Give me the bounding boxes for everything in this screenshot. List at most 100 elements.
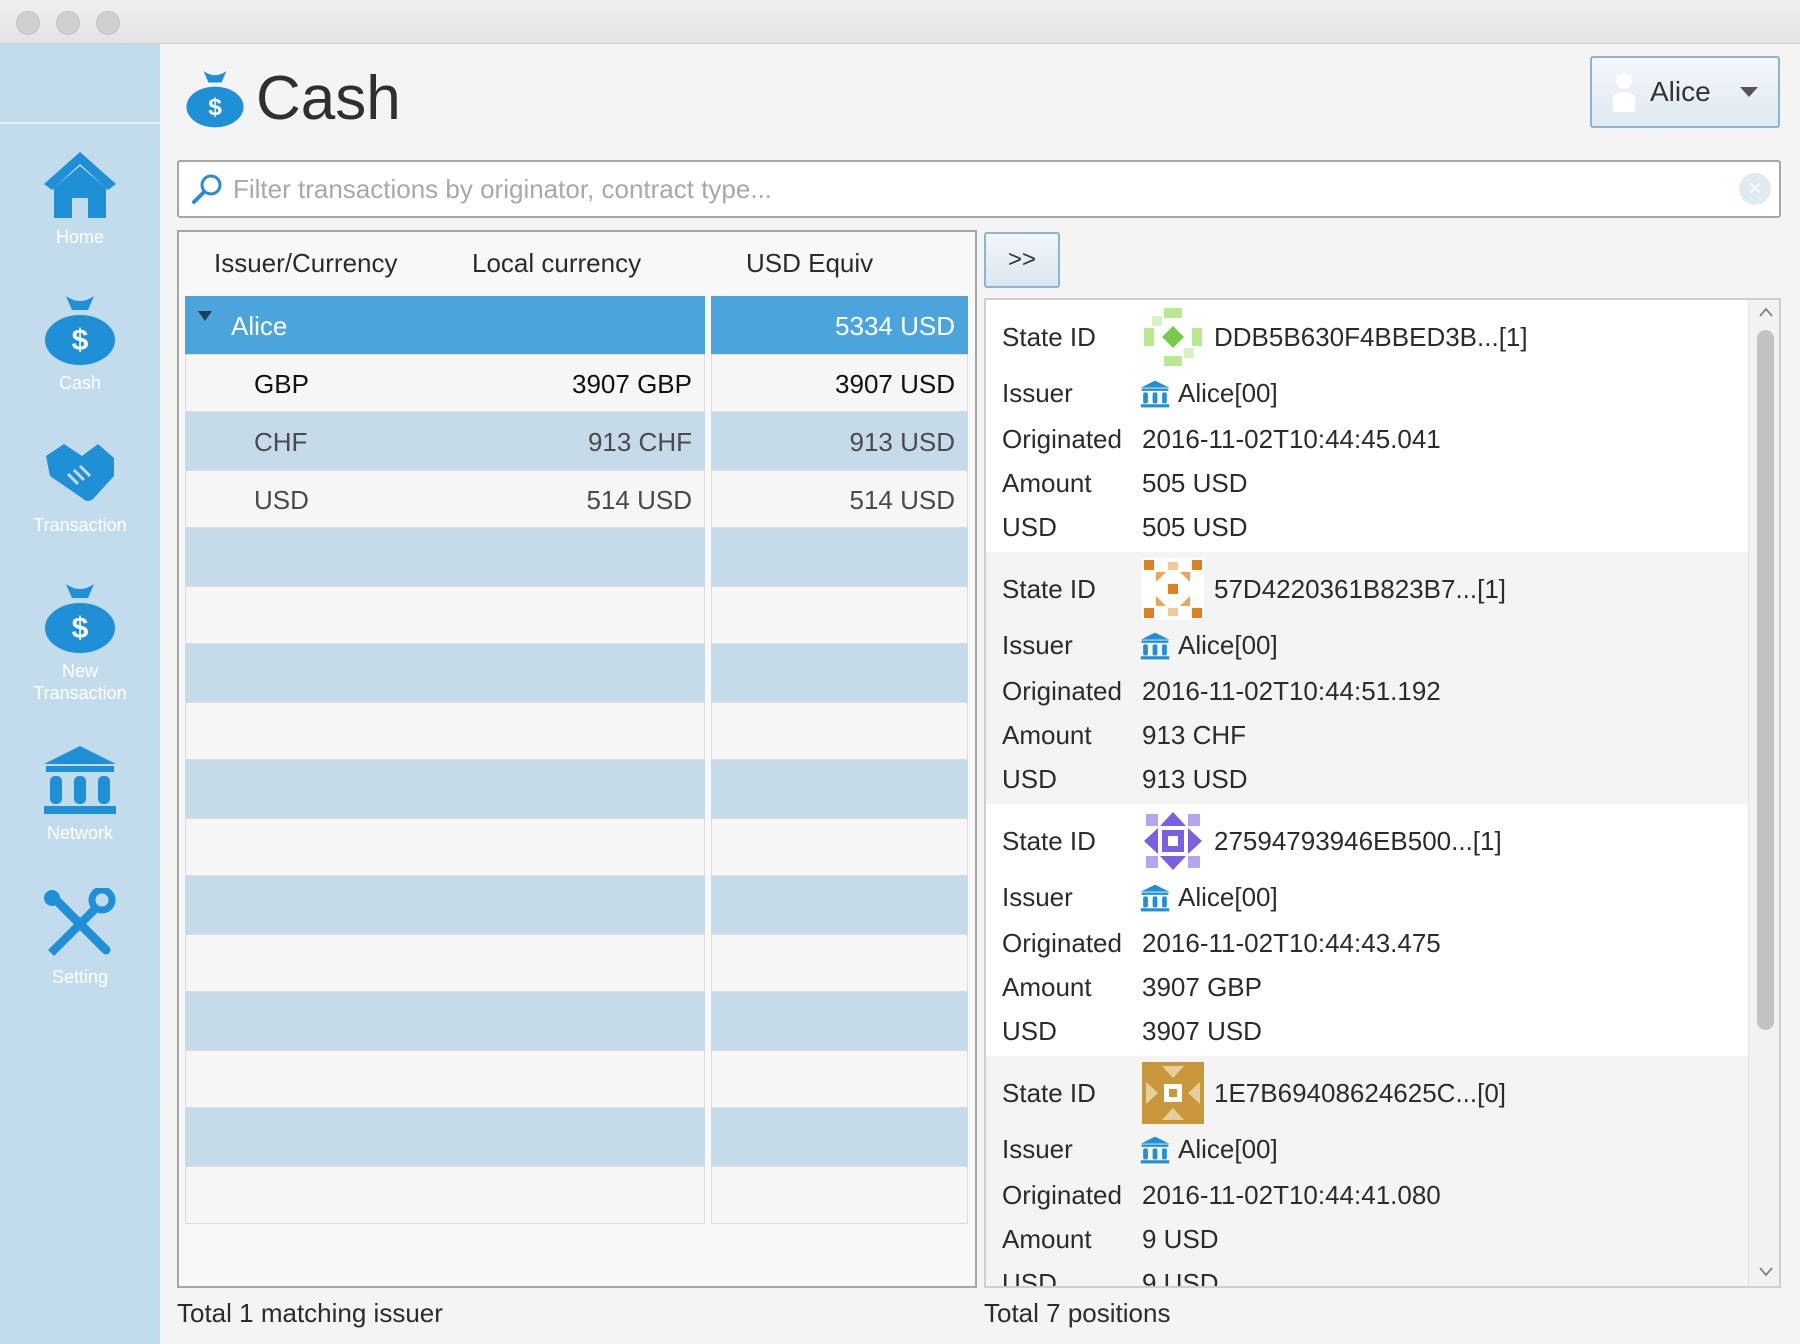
table-header: Issuer/Currency Local currency USD Equiv: [179, 232, 975, 294]
amount-label: Amount: [1002, 720, 1092, 750]
cell-empty: [711, 644, 968, 702]
state-card[interactable]: State ID 1E7B69408624625C...[0] Issuer A…: [986, 1056, 1748, 1288]
issuer-label: Issuer: [1002, 378, 1073, 408]
scroll-up-icon[interactable]: [1759, 306, 1773, 320]
sidebar-item-transaction[interactable]: Transaction: [0, 436, 160, 536]
clear-search-icon[interactable]: ×: [1739, 173, 1771, 205]
minimize-window-button[interactable]: [56, 11, 80, 35]
page-title: $ Cash: [184, 58, 401, 138]
expand-panel-button[interactable]: >>: [984, 232, 1060, 288]
cell-empty: [185, 1166, 705, 1224]
identicon: [1142, 810, 1204, 872]
cell-empty: [185, 1050, 705, 1108]
amount-value: 913 CHF: [1142, 720, 1247, 750]
search-input[interactable]: [233, 173, 1713, 205]
positions-count: Total 7 positions: [984, 1298, 1171, 1328]
bank-icon: [44, 746, 116, 814]
originated-row: Originated 2016-11-02T10:44:43.475: [1002, 928, 1441, 959]
column-header-local-currency[interactable]: Local currency: [472, 248, 641, 279]
issuer-label: Issuer: [1002, 630, 1073, 660]
money-bag-icon: $: [186, 71, 244, 128]
states-list: State ID DDB5B630F4BBED3B...[1] Issuer A…: [984, 298, 1781, 1288]
chevron-down-icon: [1740, 87, 1758, 97]
svg-text:$: $: [208, 94, 222, 121]
issuer-value: Alice[00]: [1178, 630, 1278, 660]
close-window-button[interactable]: [16, 11, 40, 35]
row-local: 913 CHF: [587, 427, 692, 457]
state-id-value: 1E7B69408624625C...[0]: [1214, 1077, 1507, 1108]
issuer-row: Issuer Alice[00]: [1002, 378, 1278, 409]
handshake-icon: [46, 444, 114, 501]
cell-empty: [185, 528, 705, 586]
row-local: 3907 GBP: [572, 369, 692, 399]
scroll-down-icon[interactable]: [1759, 1264, 1773, 1278]
originated-value: 2016-11-02T10:44:51.192: [1142, 676, 1441, 706]
cell-empty: [185, 876, 705, 934]
usd-row: USD 913 USD: [1002, 764, 1248, 795]
state-id-label: State ID: [1002, 321, 1096, 352]
state-card[interactable]: State ID 57D4220361B823B7...[1] Issuer A…: [986, 552, 1748, 804]
bank-icon: [1140, 380, 1170, 407]
window-titlebar: [0, 0, 1800, 44]
sidebar-item-setting[interactable]: Setting: [0, 888, 160, 988]
cell-empty: [711, 992, 968, 1050]
usd-value: 913 USD: [1142, 764, 1248, 794]
tools-icon: [44, 888, 116, 956]
bank-icon: [1140, 632, 1170, 659]
usd-label: USD: [1002, 1268, 1057, 1288]
originated-value: 2016-11-02T10:44:43.475: [1142, 928, 1441, 958]
sidebar-header: [0, 44, 160, 124]
row-name: USD: [254, 485, 309, 515]
row-usd: 3907 USD: [835, 369, 955, 399]
page-title-text: Cash: [256, 63, 401, 133]
sidebar-item-new-transaction[interactable]: $ New Transaction: [0, 580, 160, 704]
user-menu-button[interactable]: Alice: [1590, 56, 1780, 128]
row-usd: 5334 USD: [835, 311, 955, 341]
cell-issuer: Alice: [185, 296, 705, 354]
cell-empty: [711, 760, 968, 818]
sidebar: Home $ Cash Transaction $ New Transactio…: [0, 44, 160, 1344]
issuer-table: Issuer/Currency Local currency USD Equiv…: [177, 230, 977, 1288]
cell-empty: [711, 1108, 968, 1166]
sidebar-item-label: Network: [46, 823, 113, 843]
money-bag-icon: $: [45, 296, 115, 365]
vertical-scrollbar[interactable]: [1748, 300, 1779, 1286]
amount-row: Amount 505 USD: [1002, 468, 1248, 499]
cell-empty: [711, 1050, 968, 1108]
usd-label: USD: [1002, 764, 1057, 794]
issuer-value: Alice[00]: [1178, 882, 1278, 912]
usd-value: 505 USD: [1142, 512, 1248, 542]
sidebar-item-label: Home: [55, 227, 104, 247]
issuer-label: Issuer: [1002, 1134, 1073, 1164]
scrollbar-thumb[interactable]: [1757, 330, 1774, 1030]
issuer-row: Issuer Alice[00]: [1002, 882, 1278, 913]
cell-empty: [711, 586, 968, 644]
expand-triangle-icon[interactable]: [198, 311, 212, 321]
originated-row: Originated 2016-11-02T10:44:51.192: [1002, 676, 1441, 707]
state-id-label: State ID: [1002, 825, 1096, 856]
cell-empty: [711, 876, 968, 934]
usd-label: USD: [1002, 512, 1057, 542]
identicon: [1142, 306, 1204, 368]
row-local: 514 USD: [586, 485, 693, 515]
originated-value: 2016-11-02T10:44:45.041: [1142, 424, 1441, 454]
state-card[interactable]: State ID 27594793946EB500...[1] Issuer A…: [986, 804, 1748, 1056]
usd-row: USD 9 USD: [1002, 1268, 1219, 1288]
zoom-window-button[interactable]: [96, 11, 120, 35]
cell-empty: [711, 1166, 968, 1224]
cell-empty: [185, 586, 705, 644]
column-header-usd-equiv[interactable]: USD Equiv: [746, 248, 873, 279]
amount-row: Amount 3907 GBP: [1002, 972, 1262, 1003]
amount-value: 9 USD: [1142, 1224, 1219, 1254]
state-card[interactable]: State ID DDB5B630F4BBED3B...[1] Issuer A…: [986, 300, 1748, 552]
sidebar-item-network[interactable]: Network: [0, 744, 160, 844]
cell-issuer: CHF 913 CHF: [185, 412, 705, 470]
sidebar-item-cash[interactable]: $ Cash: [0, 292, 160, 394]
sidebar-item-label: Transaction: [33, 515, 127, 535]
home-icon: [44, 152, 116, 218]
column-header-issuer[interactable]: Issuer/Currency: [214, 248, 398, 279]
sidebar-item-home[interactable]: Home: [0, 148, 160, 248]
cell-empty: [185, 702, 705, 760]
issuer-count: Total 1 matching issuer: [177, 1298, 443, 1328]
state-id-value: 27594793946EB500...[1]: [1214, 825, 1502, 856]
